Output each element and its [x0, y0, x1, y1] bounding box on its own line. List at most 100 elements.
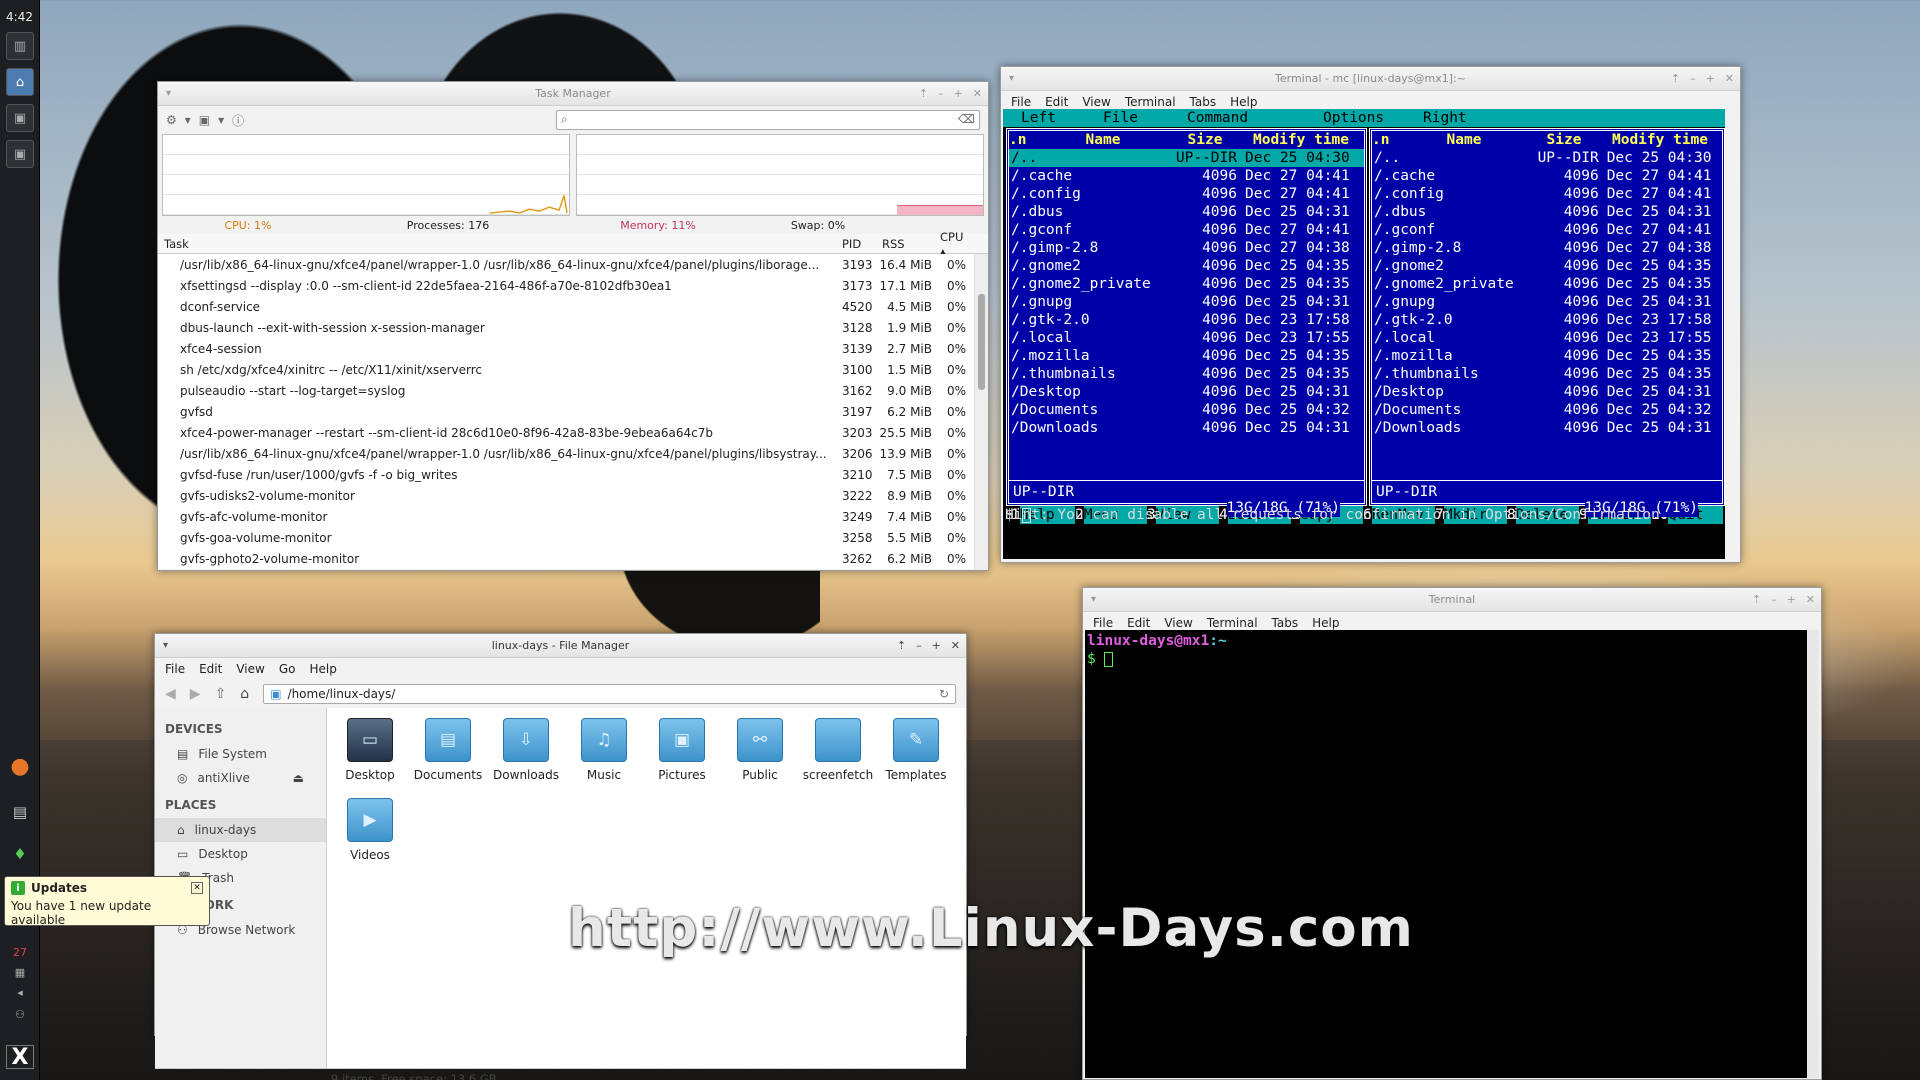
file-item-videos[interactable]: ▶ Videos: [331, 798, 409, 878]
window-menu-icon[interactable]: ▾: [166, 82, 171, 106]
window-menu-icon[interactable]: ▾: [1091, 588, 1096, 612]
file-item-pictures[interactable]: ▣ Pictures: [643, 718, 721, 798]
table-row[interactable]: xfsettingsd --display :0.0 --sm-client-i…: [158, 275, 974, 296]
mc-menu-command[interactable]: Command: [1187, 109, 1323, 127]
menu-terminal[interactable]: Terminal: [1125, 95, 1176, 109]
window-menu-icon[interactable]: ▾: [163, 634, 168, 658]
file-item-public[interactable]: ⚯ Public: [721, 718, 799, 798]
table-row[interactable]: /usr/lib/x86_64-linux-gnu/xfce4/panel/wr…: [158, 254, 974, 275]
mc-file-row[interactable]: /.gnome2 4096 Dec 25 04:35: [1009, 257, 1364, 275]
col-task[interactable]: Task: [158, 237, 838, 251]
mc-file-row[interactable]: /.dbus 4096 Dec 25 04:31: [1009, 203, 1364, 221]
search-input[interactable]: ⌕ ⌫: [556, 110, 980, 130]
mc-file-row[interactable]: /Downloads 4096 Dec 25 04:31: [1009, 419, 1364, 437]
menu-help[interactable]: Help: [309, 662, 336, 676]
forward-icon[interactable]: ▶: [190, 686, 201, 702]
mc-file-row[interactable]: /.gnome2_private 4096 Dec 25 04:35: [1009, 275, 1364, 293]
location-input[interactable]: ▣/home/linux-days/↻: [263, 684, 956, 704]
mc-file-row[interactable]: /.gnupg 4096 Dec 25 04:31: [1372, 293, 1722, 311]
menu-file[interactable]: File: [165, 662, 185, 676]
mc-file-row[interactable]: /Desktop 4096 Dec 25 04:31: [1009, 383, 1364, 401]
table-row[interactable]: gvfs-gphoto2-volume-monitor 3262 6.2 MiB 0%: [158, 548, 974, 569]
mc-menu-left[interactable]: Left: [1003, 109, 1103, 127]
terminal-scrollbar[interactable]: [1807, 630, 1819, 1078]
mc-file-row[interactable]: /.mozilla 4096 Dec 25 04:35: [1372, 347, 1722, 365]
menu-go[interactable]: Go: [279, 662, 296, 676]
close-icon[interactable]: ✕: [951, 634, 960, 658]
close-icon[interactable]: ✕: [973, 82, 982, 106]
logout-x-icon[interactable]: X: [6, 1045, 34, 1070]
window-menu-icon[interactable]: ▾: [1009, 67, 1014, 91]
mc-file-row[interactable]: /.local 4096 Dec 23 17:55: [1009, 329, 1364, 347]
mc-file-row[interactable]: /.gnupg 4096 Dec 25 04:31: [1009, 293, 1364, 311]
eject-icon[interactable]: ⏏: [293, 771, 304, 785]
mc-file-row[interactable]: /.. UP--DIR Dec 25 04:30: [1009, 149, 1364, 167]
update-tray-icon[interactable]: ♦: [6, 842, 34, 866]
terminal-titlebar[interactable]: ▾ Terminal ⇡ – + ✕: [1083, 588, 1821, 612]
reload-icon[interactable]: ↻: [939, 687, 949, 701]
table-row[interactable]: gvfs-udisks2-volume-monitor 3222 8.9 MiB 0%: [158, 485, 974, 506]
maximize-icon[interactable]: +: [954, 82, 963, 106]
mc-file-row[interactable]: /.cache 4096 Dec 27 04:41: [1372, 167, 1722, 185]
update-notification[interactable]: i Updates ✕ You have 1 new update availa…: [4, 876, 210, 927]
menu-help[interactable]: Help: [1230, 95, 1257, 109]
network-tray-icon[interactable]: ⚇: [6, 1002, 34, 1026]
mc-file-row[interactable]: /.thumbnails 4096 Dec 25 04:35: [1009, 365, 1364, 383]
file-manager-titlebar[interactable]: ▾ linux-days - File Manager ⇡ – + ✕: [155, 634, 966, 658]
table-row[interactable]: gvfsd-fuse /run/user/1000/gvfs -f -o big…: [158, 464, 974, 485]
panel-clock[interactable]: 4:42: [0, 0, 39, 24]
table-row[interactable]: gvfs-afc-volume-monitor 3249 7.4 MiB 0%: [158, 506, 974, 527]
dropdown-icon[interactable]: ▾: [218, 113, 224, 127]
dropdown-icon[interactable]: ▾: [185, 113, 191, 127]
file-item-documents[interactable]: ▤ Documents: [409, 718, 487, 798]
scrollbar-thumb[interactable]: [978, 294, 985, 390]
col-pid[interactable]: PID: [838, 237, 878, 251]
table-row[interactable]: sh /etc/xdg/xfce4/xinitrc -- /etc/X11/xi…: [158, 359, 974, 380]
table-row[interactable]: dbus-launch --exit-with-session x-sessio…: [158, 317, 974, 338]
table-row[interactable]: xfce4-session 3139 2.7 MiB 0%: [158, 338, 974, 359]
minimize-icon[interactable]: –: [938, 82, 944, 106]
terminal-launcher-icon[interactable]: ▣: [6, 104, 34, 132]
up-icon[interactable]: ⇧: [215, 686, 227, 702]
mc-file-row[interactable]: /.gimp-2.8 4096 Dec 27 04:38: [1372, 239, 1722, 257]
files-tray-icon[interactable]: ▤: [6, 800, 34, 824]
file-item-music[interactable]: ♫ Music: [565, 718, 643, 798]
mc-file-row[interactable]: /.gconf 4096 Dec 27 04:41: [1009, 221, 1364, 239]
menu-file[interactable]: File: [1093, 616, 1113, 630]
mc-file-row[interactable]: /.gimp-2.8 4096 Dec 27 04:38: [1009, 239, 1364, 257]
mc-menu-right[interactable]: Right: [1423, 109, 1503, 127]
maximize-icon[interactable]: +: [932, 634, 941, 658]
stick-icon[interactable]: ⇡: [1671, 67, 1680, 91]
back-icon[interactable]: ◀: [165, 686, 176, 702]
stick-icon[interactable]: ⇡: [897, 634, 906, 658]
col-rss[interactable]: RSS: [878, 237, 936, 251]
stick-icon[interactable]: ⇡: [1752, 588, 1761, 612]
mc-file-row[interactable]: /Documents 4096 Dec 25 04:32: [1009, 401, 1364, 419]
scrollbar[interactable]: [974, 254, 988, 570]
mc-menu-options[interactable]: Options: [1323, 109, 1423, 127]
terminal-screen[interactable]: linux-days@mx1:~ $: [1085, 630, 1807, 1078]
clear-icon[interactable]: ⌫: [958, 112, 975, 126]
home-icon[interactable]: ⌂: [240, 686, 249, 702]
menu-view[interactable]: View: [1164, 616, 1192, 630]
table-row[interactable]: pulseaudio --start --log-target=syslog 31…: [158, 380, 974, 401]
close-icon[interactable]: ✕: [1725, 67, 1734, 91]
table-row[interactable]: gvfsd 3197 6.2 MiB 0%: [158, 401, 974, 422]
task-manager-titlebar[interactable]: ▾ Task Manager ⇡ – + ✕: [158, 82, 988, 106]
terminal2-launcher-icon[interactable]: ▣: [6, 140, 34, 168]
menu-edit[interactable]: Edit: [199, 662, 222, 676]
mc-file-row[interactable]: /.dbus 4096 Dec 25 04:31: [1372, 203, 1722, 221]
menu-view[interactable]: View: [1082, 95, 1110, 109]
table-row[interactable]: gvfs-goa-volume-monitor 3258 5.5 MiB 0%: [158, 527, 974, 548]
mc-file-row[interactable]: /Desktop 4096 Dec 25 04:31: [1372, 383, 1722, 401]
menu-view[interactable]: View: [236, 662, 264, 676]
sidebar-item-desktop[interactable]: ▭ Desktop: [155, 842, 326, 866]
mc-file-row[interactable]: /Documents 4096 Dec 25 04:32: [1372, 401, 1722, 419]
table-row[interactable]: dconf-service 4520 4.5 MiB 0%: [158, 296, 974, 317]
file-item-templates[interactable]: ✎ Templates: [877, 718, 955, 798]
mc-file-row[interactable]: /.config 4096 Dec 27 04:41: [1009, 185, 1364, 203]
mc-file-row[interactable]: /Downloads 4096 Dec 25 04:31: [1372, 419, 1722, 437]
mc-file-row[interactable]: /.local 4096 Dec 23 17:55: [1372, 329, 1722, 347]
taskmanager-launcher-icon[interactable]: ▥: [6, 32, 34, 60]
maximize-icon[interactable]: +: [1787, 588, 1796, 612]
